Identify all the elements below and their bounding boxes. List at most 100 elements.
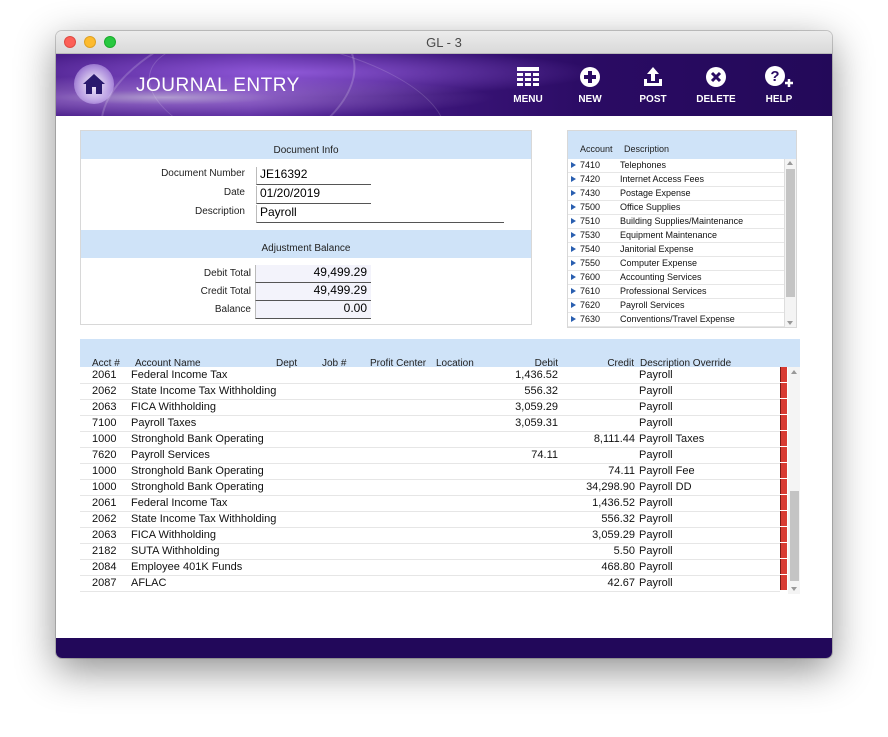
expand-arrow-icon <box>571 232 576 238</box>
account-description: Office Supplies <box>620 202 681 212</box>
journal-line-row[interactable]: 2061 Federal Income Tax 1,436.52 Payroll <box>80 495 787 512</box>
line-account-name: Stronghold Bank Operating <box>131 433 264 445</box>
row-delete-marker[interactable] <box>780 431 787 446</box>
line-description: Payroll Taxes <box>639 433 705 445</box>
new-button[interactable]: NEW <box>562 64 618 105</box>
journal-line-row[interactable]: 1000 Stronghold Bank Operating 34,298.90 Pa… <box>80 479 787 496</box>
line-description: Payroll <box>639 545 673 557</box>
journal-line-row[interactable]: 2084 Employee 401K Funds 468.80 Payroll <box>80 559 787 576</box>
account-list-item[interactable]: 7600 Accounting Services <box>568 271 784 285</box>
delete-button-label: DELETE <box>696 94 736 105</box>
account-list-item[interactable]: 7550 Computer Expense <box>568 257 784 271</box>
account-list-item[interactable]: 7420 Internet Access Fees <box>568 173 784 187</box>
home-button[interactable] <box>74 64 114 104</box>
line-acct: 2087 <box>92 577 117 589</box>
journal-line-row[interactable]: 2061 Federal Income Tax 1,436.52 Payroll <box>80 367 787 384</box>
post-button-label: POST <box>639 94 667 105</box>
account-code: 7600 <box>580 272 601 282</box>
account-description: Payroll Services <box>620 300 685 310</box>
window-title: GL - 3 <box>426 35 462 50</box>
home-icon <box>83 74 105 94</box>
expand-arrow-icon <box>571 260 576 266</box>
line-credit: 5.50 <box>613 545 635 557</box>
row-delete-marker[interactable] <box>780 399 787 414</box>
document-number-field[interactable]: JE16392 <box>256 167 371 185</box>
account-description: Internet Access Fees <box>620 174 705 184</box>
account-list-header: Account Description <box>568 131 796 159</box>
journal-line-row[interactable]: 2063 FICA Withholding 3,059.29 Payroll <box>80 399 787 416</box>
account-list-item[interactable]: 7430 Postage Expense <box>568 187 784 201</box>
journal-line-row[interactable]: 2087 AFLAC 42.67 Payroll <box>80 575 787 592</box>
row-delete-marker[interactable] <box>780 495 787 510</box>
expand-arrow-icon <box>571 162 576 168</box>
account-list-item[interactable]: 7500 Office Supplies <box>568 201 784 215</box>
line-acct: 1000 <box>92 433 117 445</box>
scroll-thumb[interactable] <box>786 169 795 297</box>
menu-button[interactable]: MENU <box>500 64 556 105</box>
line-account-name: FICA Withholding <box>131 401 216 413</box>
line-account-name: AFLAC <box>131 577 167 589</box>
journal-line-row[interactable]: 2062 State Income Tax Withholding 556.32 Pa… <box>80 383 787 400</box>
line-account-name: State Income Tax Withholding <box>131 513 277 525</box>
x-circle-icon <box>706 67 726 87</box>
line-acct: 2084 <box>92 561 117 573</box>
account-code: 7430 <box>580 188 601 198</box>
row-delete-marker[interactable] <box>780 559 787 574</box>
row-delete-marker[interactable] <box>780 575 787 590</box>
journal-line-row[interactable]: 7100 Payroll Taxes 3,059.31 Payroll <box>80 415 787 432</box>
account-description: Accounting Services <box>620 272 702 282</box>
scroll-thumb[interactable] <box>790 491 799 581</box>
line-acct: 2063 <box>92 529 117 541</box>
row-delete-marker[interactable] <box>780 479 787 494</box>
account-list-item[interactable]: 7510 Building Supplies/Maintenance <box>568 215 784 229</box>
row-delete-marker[interactable] <box>780 447 787 462</box>
journal-lines-scrollbar[interactable] <box>788 367 800 594</box>
line-description: Payroll <box>639 449 673 461</box>
account-code: 7530 <box>580 230 601 240</box>
account-list-item[interactable]: 7530 Equipment Maintenance <box>568 229 784 243</box>
line-description: Payroll <box>639 577 673 589</box>
journal-line-row[interactable]: 2182 SUTA Withholding 5.50 Payroll <box>80 543 787 560</box>
account-code: 7500 <box>580 202 601 212</box>
account-list-item[interactable]: 7640Training Expense <box>568 327 784 328</box>
account-list-item[interactable]: 7410 Telephones <box>568 159 784 173</box>
account-list-item[interactable]: 7610 Professional Services <box>568 285 784 299</box>
account-list-item[interactable]: 7540 Janitorial Expense <box>568 243 784 257</box>
description-field[interactable]: Payroll <box>256 205 504 223</box>
row-delete-marker[interactable] <box>780 543 787 558</box>
expand-arrow-icon <box>571 316 576 322</box>
account-list-item[interactable]: 7630 Conventions/Travel Expense <box>568 313 784 327</box>
row-delete-marker[interactable] <box>780 415 787 430</box>
journal-line-row[interactable]: 7620 Payroll Services 74.11 Payroll <box>80 447 787 464</box>
line-acct: 7620 <box>92 449 117 461</box>
account-list-item[interactable]: 7620 Payroll Services <box>568 299 784 313</box>
row-delete-marker[interactable] <box>780 463 787 478</box>
journal-line-row[interactable]: 1000 Stronghold Bank Operating 8,111.44 Pay… <box>80 431 787 448</box>
expand-arrow-icon <box>571 288 576 294</box>
account-list-scrollbar[interactable] <box>784 159 796 327</box>
line-credit: 42.67 <box>607 577 635 589</box>
row-delete-marker[interactable] <box>780 383 787 398</box>
line-credit: 556.32 <box>601 513 635 525</box>
line-description: Payroll <box>639 401 673 413</box>
journal-line-row[interactable]: 2062 State Income Tax Withholding 556.32 Pa… <box>80 511 787 528</box>
row-delete-marker[interactable] <box>780 367 787 382</box>
post-button[interactable]: POST <box>625 64 681 105</box>
line-account-name: Stronghold Bank Operating <box>131 481 264 493</box>
app-header: JOURNAL ENTRY MENU NEW POST DELETE ? HEL… <box>56 54 832 116</box>
line-description: Payroll <box>639 513 673 525</box>
line-account-name: FICA Withholding <box>131 529 216 541</box>
journal-line-row[interactable]: 1000 Stronghold Bank Operating 74.11 Payrol… <box>80 463 787 480</box>
row-delete-marker[interactable] <box>780 527 787 542</box>
line-account-name: Employee 401K Funds <box>131 561 243 573</box>
row-delete-marker[interactable] <box>780 511 787 526</box>
delete-button[interactable]: DELETE <box>688 64 744 105</box>
account-code: 7630 <box>580 314 601 324</box>
date-field[interactable]: 01/20/2019 <box>256 186 371 204</box>
journal-line-row[interactable]: 2063 FICA Withholding 3,059.29 Payroll <box>80 527 787 544</box>
help-button[interactable]: ? HELP <box>751 64 807 105</box>
line-description: Payroll <box>639 369 673 381</box>
line-credit: 8,111.44 <box>593 433 635 445</box>
account-description: Equipment Maintenance <box>620 230 718 240</box>
line-account-name: Payroll Services <box>131 449 210 461</box>
